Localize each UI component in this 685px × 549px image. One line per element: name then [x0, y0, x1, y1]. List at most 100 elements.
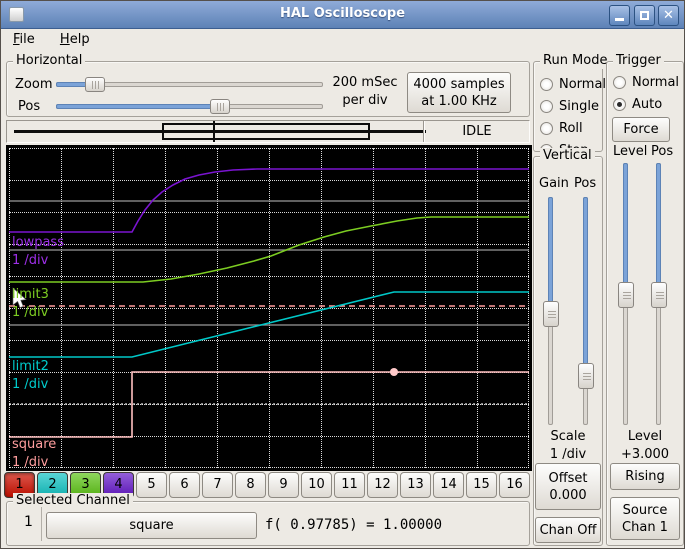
channel-name: limit3	[12, 287, 49, 302]
minimize-icon	[615, 18, 624, 21]
trigger-source-line1: Source	[622, 502, 668, 518]
titlebar[interactable]: HAL Oscilloscope ✕	[1, 1, 684, 29]
radio-label: Normal	[632, 74, 680, 90]
trigger-level-title: Level	[627, 429, 663, 444]
radio-icon	[613, 97, 626, 111]
run-mode-roll-radio[interactable]: Roll	[540, 117, 583, 139]
channel-button-7[interactable]: 7	[202, 472, 233, 498]
scale-title: Scale	[550, 429, 586, 444]
window-title: HAL Oscilloscope	[279, 6, 406, 21]
horizontal-frame-label: Horizontal	[13, 53, 86, 69]
samples-line1: 4000 samples	[413, 76, 505, 92]
limit2-channel-label: limit2 1 /div	[12, 358, 49, 394]
close-icon: ✕	[663, 8, 674, 23]
limit3-channel-label: limit3 1 /div	[12, 286, 49, 322]
cursor-marker-dot[interactable]	[390, 368, 398, 376]
selected-channel-frame-label: Selected Channel	[13, 493, 133, 509]
selected-channel-number: 1	[24, 514, 33, 530]
offset-button[interactable]: Offset 0.000	[535, 463, 601, 510]
horizontal-pos-slider-fill	[56, 104, 220, 109]
horizontal-pos-slider-thumb[interactable]	[210, 99, 230, 114]
trigger-pos-slider-thumb[interactable]	[651, 282, 667, 308]
run-mode-frame-label: Run Mode	[540, 53, 611, 69]
vertical-frame-label: Vertical	[540, 148, 595, 164]
channel-name: lowpass	[12, 235, 64, 250]
samples-line2: at 1.00 KHz	[421, 93, 497, 109]
run-mode-frame: Run Mode NormalSingleRollStop	[533, 53, 611, 158]
radio-icon	[540, 77, 553, 91]
trigger-level-slider-label: Level	[613, 144, 648, 159]
channel-scale: 1 /div	[12, 377, 49, 392]
vertical-pos-slider-fill	[583, 197, 588, 376]
time-scale-unit: per div	[342, 93, 388, 108]
channel-button-12[interactable]: 12	[367, 472, 398, 498]
run-mode-single-radio[interactable]: Single	[540, 95, 599, 117]
offset-line2: 0.000	[549, 487, 587, 503]
channel-source-button[interactable]: square	[46, 512, 257, 539]
minimize-button[interactable]	[609, 5, 630, 26]
channel-button-5[interactable]: 5	[136, 472, 167, 498]
channel-scale: 1 /div	[12, 455, 49, 470]
zoom-slider-label: Zoom	[15, 77, 53, 92]
channel-scale: 1 /div	[12, 253, 49, 268]
channel-button-8[interactable]: 8	[235, 472, 266, 498]
menu-file[interactable]: File	[4, 29, 44, 50]
radio-icon	[540, 121, 553, 135]
scope-display[interactable]: lowpass 1 /div limit3 1 /div limit2 1 /div squ…	[6, 145, 532, 471]
vertical-pos-slider-thumb[interactable]	[578, 363, 594, 389]
trigger-edge-button[interactable]: Rising	[610, 463, 680, 490]
trigger-level-slider-fill	[623, 163, 628, 295]
gain-slider-label: Gain	[539, 176, 569, 191]
trigger-auto-radio[interactable]: Auto	[613, 93, 662, 115]
run-mode-normal-radio[interactable]: Normal	[540, 73, 606, 95]
menu-help[interactable]: Help	[51, 29, 99, 50]
channel-name: square	[12, 437, 57, 452]
vertical-pos-slider-label: Pos	[574, 176, 597, 191]
radio-label: Normal	[559, 76, 607, 92]
vertical-scale-readout: Scale 1 /div	[533, 428, 603, 464]
menubar: File Help	[1, 29, 684, 52]
channel-button-10[interactable]: 10	[301, 472, 332, 498]
cursor-readout: f( 0.97785) = 1.00000	[265, 517, 443, 533]
selected-channel-divider	[41, 507, 42, 541]
channel-button-11[interactable]: 11	[334, 472, 365, 498]
trigger-source-button[interactable]: Source Chan 1	[610, 497, 680, 540]
trigger-level-slider-thumb[interactable]	[618, 282, 634, 308]
pos-slider-label: Pos	[18, 99, 41, 114]
gain-slider-thumb[interactable]	[543, 301, 559, 327]
radio-label: Single	[559, 98, 599, 114]
radio-icon	[540, 99, 553, 113]
trigger-pos-slider-label: Pos	[651, 144, 674, 159]
channel-button-15[interactable]: 15	[466, 472, 497, 498]
scale-value: 1 /div	[549, 447, 587, 462]
channel-button-13[interactable]: 13	[400, 472, 431, 498]
trigger-position-tick	[213, 121, 215, 142]
gain-slider-fill	[548, 197, 553, 314]
channel-button-9[interactable]: 9	[268, 472, 299, 498]
time-scale-value: 200 mSec	[332, 75, 398, 90]
close-button[interactable]: ✕	[658, 5, 679, 26]
channel-name: limit2	[12, 359, 49, 374]
zoom-slider-thumb[interactable]	[85, 77, 105, 92]
channel-button-16[interactable]: 16	[499, 472, 530, 498]
scope-traces	[9, 168, 529, 438]
channel-button-14[interactable]: 14	[433, 472, 464, 498]
chan-off-button[interactable]: Chan Off	[535, 517, 601, 543]
record-position-bar: IDLE	[6, 120, 530, 143]
scope-grid-area: lowpass 1 /div limit3 1 /div limit2 1 /div squ…	[9, 148, 529, 470]
time-scale-readout: 200 mSec per div	[329, 74, 401, 110]
maximize-button[interactable]	[634, 5, 655, 26]
hal-oscilloscope-window: HAL Oscilloscope ✕ File Help Horizontal …	[0, 0, 685, 549]
radio-icon	[613, 75, 626, 89]
square-channel-label: square 1 /div	[12, 436, 56, 472]
lowpass-channel-label: lowpass 1 /div	[12, 234, 64, 270]
trigger-frame-label: Trigger	[613, 53, 664, 69]
force-button[interactable]: Force	[612, 117, 670, 142]
trigger-normal-radio[interactable]: Normal	[613, 71, 679, 93]
trigger-pos-slider-fill	[656, 163, 661, 295]
radio-label: Auto	[632, 96, 663, 112]
radio-label: Roll	[559, 120, 583, 136]
record-view-window[interactable]	[162, 123, 370, 140]
samples-button[interactable]: 4000 samples at 1.00 KHz	[407, 72, 511, 113]
channel-button-6[interactable]: 6	[169, 472, 200, 498]
